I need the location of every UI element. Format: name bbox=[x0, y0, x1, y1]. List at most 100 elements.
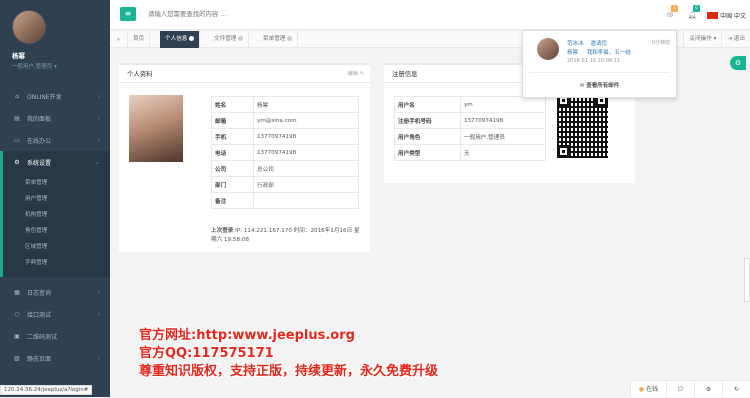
field-value: 无 bbox=[460, 144, 546, 161]
tab-file-manage[interactable]: 文件管理 bbox=[209, 31, 250, 48]
top-navbar: ≡ ✉1 🔔︎0 中国 中文 bbox=[110, 0, 750, 30]
field-value: 行政部 bbox=[253, 176, 359, 193]
table-row: 手机 13770974198 bbox=[211, 128, 359, 145]
user-profile: 杨幂 一般用户,管理员 ▾ bbox=[0, 0, 110, 80]
sidebar-item-label: 在线办公 bbox=[27, 137, 52, 145]
sidebar-item-label: 二维码测试 bbox=[27, 333, 58, 341]
gear-icon: ⚙ bbox=[14, 158, 20, 166]
logout-icon: ⇥ bbox=[727, 36, 733, 42]
sidebar-item-label: 接口测试 bbox=[27, 311, 52, 319]
side-panel-handle[interactable] bbox=[744, 258, 750, 302]
edit-label: 编辑 bbox=[347, 71, 358, 77]
user-name[interactable]: 杨幂 bbox=[12, 50, 100, 60]
mail-item-header[interactable]: 范冰冰 邀请您 bbox=[567, 39, 607, 47]
divider bbox=[529, 72, 670, 73]
close-operations-dropdown[interactable]: 关闭操作 ▾ bbox=[683, 31, 721, 48]
field-label: 用户角色 bbox=[394, 128, 461, 145]
calendar-icon: ▦ bbox=[14, 288, 20, 296]
field-value: ym bbox=[460, 96, 546, 113]
user-role-label: 一般用户,管理员 bbox=[12, 64, 53, 70]
logout-button[interactable]: ⇥ 退出 bbox=[721, 31, 750, 48]
field-label: 用户名 bbox=[394, 96, 461, 113]
field-label: 注册手机号码 bbox=[394, 112, 461, 129]
sidebar-item-static[interactable]: ▧ 静态页面 ‹ bbox=[0, 347, 110, 369]
notification-button[interactable]: 🔔︎ 0 bbox=[681, 0, 703, 30]
submenu-item-dict[interactable]: 字典管理 bbox=[3, 255, 110, 271]
table-row: 用户名 ym bbox=[394, 96, 546, 113]
language-selector[interactable]: 中国 中文 bbox=[703, 11, 750, 20]
status-dot-icon: ● bbox=[638, 386, 645, 393]
table-row: 用户类型无 bbox=[394, 144, 546, 161]
view-all-mail-link[interactable]: ✉ 查看所有邮件 bbox=[523, 81, 676, 89]
submenu-item-menu[interactable]: 菜单管理 bbox=[3, 175, 110, 191]
tab-profile[interactable]: 个人信息 bbox=[160, 31, 201, 48]
dashboard-icon: ▤ bbox=[14, 114, 20, 122]
chevron-left-icon: ‹ bbox=[97, 114, 100, 122]
gear-icon[interactable]: ⚙ bbox=[694, 381, 722, 398]
tab-menu-manage[interactable]: 菜单管理 bbox=[258, 31, 299, 48]
tab-home[interactable]: 首页 bbox=[128, 31, 151, 48]
chat-icon[interactable]: 💬︎ bbox=[666, 381, 694, 398]
field-label: 用户类型 bbox=[394, 144, 461, 161]
close-icon[interactable] bbox=[287, 36, 293, 41]
avatar[interactable] bbox=[12, 10, 46, 44]
field-value: 一般用户,管理员 bbox=[460, 128, 546, 145]
edit-link[interactable]: 编辑 ✎ bbox=[348, 65, 364, 83]
mail-sender: 范冰冰 bbox=[567, 41, 584, 47]
chevron-down-icon: ⌄ bbox=[94, 158, 100, 166]
system-settings-submenu: 菜单管理 用户管理 机构管理 角色管理 区域管理 字典管理 bbox=[0, 173, 110, 277]
sidebar-item-log[interactable]: ▦ 日志查询 ‹ bbox=[0, 281, 110, 303]
search-input[interactable] bbox=[146, 10, 326, 19]
mail-message: 我和李晨，五一结 bbox=[586, 50, 631, 56]
last-login-info: 上次登录 IP: 114.221.167.170 时间：2016年1月16日 星… bbox=[211, 227, 361, 245]
circle-icon: ○ bbox=[14, 310, 20, 318]
panel-title: 注册信息 bbox=[392, 70, 418, 78]
close-icon[interactable] bbox=[189, 36, 195, 41]
watermark-line: 官方QQ:117575171 bbox=[139, 346, 274, 361]
sidebar-item-office[interactable]: ▭ 在线办公 ‹ bbox=[0, 129, 110, 151]
sidebar-item-system-settings[interactable]: ⚙ 系统设置 ⌄ bbox=[0, 151, 110, 173]
submenu-item-user[interactable]: 用户管理 bbox=[3, 191, 110, 207]
field-label: 公司 bbox=[211, 160, 254, 177]
field-value: 13770974198 bbox=[253, 144, 359, 161]
chevron-left-icon: ‹ bbox=[97, 310, 100, 318]
mail-item-body[interactable]: 杨幂 我和李晨，五一结 bbox=[567, 48, 631, 56]
sidebar-item-label: 我的面板 bbox=[27, 115, 52, 123]
close-icon[interactable] bbox=[238, 36, 244, 41]
online-label: 在线 bbox=[646, 386, 659, 393]
mail-date: 2016-01-16 20:08:11 bbox=[567, 58, 621, 64]
qr-finder-pattern bbox=[557, 145, 570, 158]
watermark-line: 尊重知识版权，支持正版，持续更新，永久免费升级 bbox=[139, 364, 439, 379]
sidebar-item-api-test[interactable]: ○ 接口测试 ‹ bbox=[0, 303, 110, 325]
paste-icon: ▧ bbox=[14, 354, 20, 362]
sidebar-item-dashboard[interactable]: ▤ 我的面板 ‹ bbox=[0, 107, 110, 129]
mail-dropdown: 范冰冰 邀请您 0分钟前 杨幂 我和李晨，五一结 2016-01-16 20:0… bbox=[522, 30, 677, 98]
sidebar-item-label: 系统设置 bbox=[27, 159, 52, 167]
refresh-icon[interactable]: ↻ bbox=[722, 381, 750, 398]
language-label: 中国 中文 bbox=[720, 12, 746, 20]
tab-scroll-left-icon[interactable]: « bbox=[110, 31, 128, 48]
desktop-icon: ▭ bbox=[14, 136, 20, 144]
submenu-item-role[interactable]: 角色管理 bbox=[3, 223, 110, 239]
bottom-toolbar: ● 在线 💬︎ ⚙ ↻ bbox=[630, 380, 750, 398]
profile-table: 姓名 杨幂 邮箱 ym@sina.com 手机 13770974198 电话 13770… bbox=[211, 96, 359, 209]
sidebar-item-qrcode[interactable]: ▣ 二维码测试 bbox=[0, 325, 110, 347]
field-value: 总公司 bbox=[253, 160, 359, 177]
mail-time-ago: 0分钟前 bbox=[651, 40, 670, 46]
chevron-left-icon: ‹ bbox=[97, 92, 100, 100]
sidebar-item-label: 静态页面 bbox=[27, 355, 52, 363]
sidebar-item-online-dev[interactable]: ⌂ ONLINE开发 ‹ bbox=[0, 85, 110, 107]
menu-toggle-icon[interactable]: ≡ bbox=[120, 7, 136, 21]
field-label: 邮箱 bbox=[211, 112, 254, 129]
online-status-button[interactable]: ● 在线 bbox=[630, 381, 666, 398]
field-value: 13770974198 bbox=[460, 112, 546, 129]
submenu-item-area[interactable]: 区域管理 bbox=[3, 239, 110, 255]
submenu-item-org[interactable]: 机构管理 bbox=[3, 207, 110, 223]
table-row: 部门 行政部 bbox=[211, 176, 359, 193]
mail-button[interactable]: ✉ 1 bbox=[659, 0, 681, 30]
view-all-label: 查看所有邮件 bbox=[586, 83, 620, 89]
user-role-dropdown[interactable]: 一般用户,管理员 ▾ bbox=[12, 62, 100, 70]
settings-gear-icon[interactable]: ⚙ bbox=[730, 56, 746, 70]
register-table: 用户名 ym 注册手机号码 13770974198 用户角色 一般用户,管理员 用户类… bbox=[394, 96, 546, 161]
mail-count-badge: 1 bbox=[671, 5, 679, 12]
